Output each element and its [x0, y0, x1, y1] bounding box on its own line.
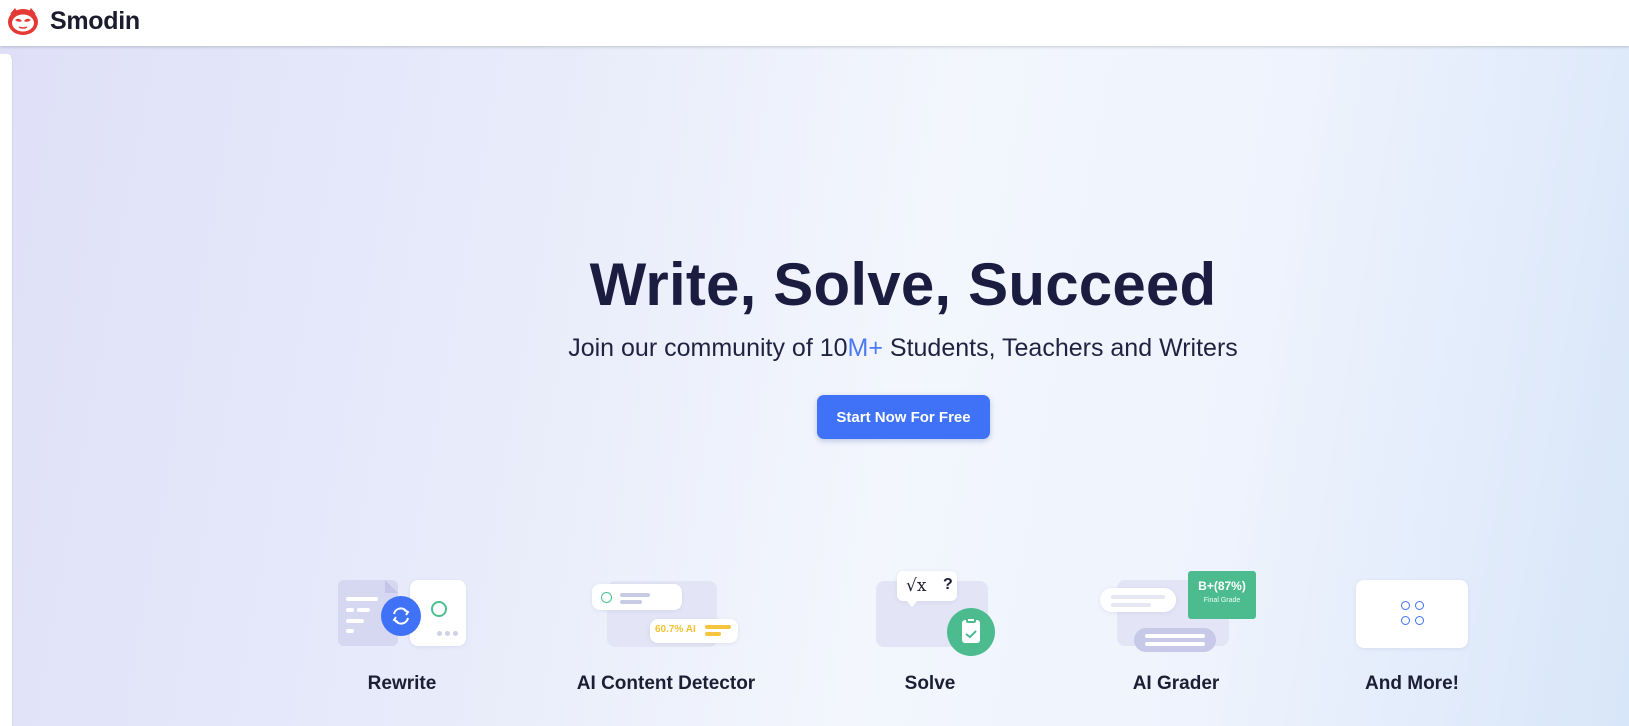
side-panel-edge: [0, 54, 13, 726]
rewrite-refresh-icon: [336, 565, 468, 646]
ai-percent-badge: 60.7% AI: [655, 624, 696, 635]
feature-label-solve: Solve: [904, 673, 956, 694]
brand-name: Smodin: [50, 6, 140, 35]
feature-label-ai-content-detector: AI Content Detector: [576, 673, 756, 694]
feature-label-rewrite: Rewrite: [367, 673, 437, 694]
more-grid-icon: [1355, 565, 1469, 648]
ai-detector-icon: 60.7% AI: [592, 565, 742, 655]
grade-caption: Final Grade: [1203, 597, 1241, 604]
grade-value: B+(87%): [1198, 579, 1246, 593]
feature-label-and-more: And More!: [1365, 673, 1459, 694]
hero-subtitle: Join our community of 10M+ Students, Tea…: [0, 334, 1629, 363]
subtitle-suffix: Students, Teachers and Writers: [882, 334, 1238, 362]
brand-link[interactable]: Smodin: [6, 4, 140, 38]
start-now-button[interactable]: Start Now For Free: [817, 395, 990, 439]
question-mark: ?: [943, 576, 953, 593]
feature-label-ai-grader: AI Grader: [1132, 673, 1220, 694]
subtitle-accent: M+: [847, 334, 883, 362]
grader-icon: B+(87%) Final Grade: [1099, 565, 1259, 665]
smodin-mascot-icon: [8, 8, 38, 35]
formula-text: √x: [906, 576, 927, 596]
top-navigation-bar: Smodin: [0, 0, 1629, 46]
subtitle-prefix: Join our community of 10: [568, 334, 848, 362]
math-solve-icon: √x ?: [873, 565, 1003, 656]
hero-title: Write, Solve, Succeed: [589, 251, 1217, 318]
